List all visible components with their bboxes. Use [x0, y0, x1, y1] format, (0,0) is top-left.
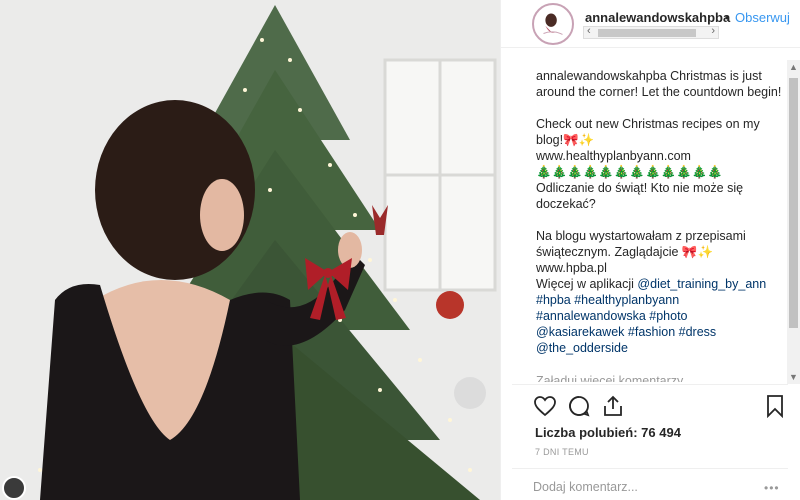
mention-link[interactable]: @kasiarekawek	[536, 325, 624, 339]
mention-link[interactable]: @diet_training_by_ann	[637, 277, 766, 291]
scroll-up-icon[interactable]: ▲	[789, 62, 798, 72]
vertical-scrollbar[interactable]: ▲ ▼	[787, 60, 800, 384]
likes-count[interactable]: Liczba polubień: 76 494	[535, 425, 681, 440]
hashtag-link[interactable]: #fashion #dress	[628, 325, 716, 339]
hashtag-link[interactable]: #annalewandowska #photo	[536, 308, 784, 324]
comment-icon[interactable]	[567, 394, 591, 418]
comment-input[interactable]	[533, 478, 733, 496]
post-header: annalewandowskahpba • Obserwuj ‹ ›	[501, 0, 800, 48]
scroll-right-icon[interactable]: ›	[711, 25, 715, 37]
post-photo[interactable]	[0, 0, 500, 500]
caption-username[interactable]: annalewandowskahpba	[536, 69, 667, 83]
scrollbar-thumb[interactable]	[789, 78, 798, 328]
scroll-down-icon[interactable]: ▼	[789, 372, 798, 382]
heart-icon[interactable]	[533, 394, 557, 418]
caption-line: Więcej w aplikacji	[536, 277, 638, 291]
tagged-user-icon[interactable]	[2, 476, 26, 500]
scrollbar-thumb[interactable]	[598, 29, 696, 37]
caption-line: www.healthyplanbyann.com	[536, 149, 691, 163]
caption-trees: 🎄🎄🎄🎄🎄🎄🎄🎄🎄🎄🎄🎄	[536, 165, 723, 179]
caption-line: Check out new Christmas recipes on my bl…	[536, 117, 760, 147]
profile-avatar[interactable]	[532, 3, 574, 45]
more-options-icon[interactable]: •••	[764, 481, 780, 495]
share-icon[interactable]	[601, 394, 625, 418]
hashtag-link[interactable]: #hpba #healthyplanbyann	[536, 292, 784, 308]
caption-area: annalewandowskahpba Christmas is just ar…	[501, 60, 800, 382]
mention-link[interactable]: @the_odderside	[536, 340, 784, 356]
horizontal-scrollbar[interactable]: ‹ ›	[583, 25, 719, 39]
caption-line: www.hpba.pl	[536, 261, 607, 275]
divider	[512, 384, 788, 385]
scroll-left-icon[interactable]: ‹	[587, 25, 591, 37]
caption-line: Na blogu wystartowałam z przepisami świą…	[536, 229, 746, 259]
photo-illustration	[0, 0, 500, 500]
separator-dot: •	[725, 10, 730, 25]
profile-logo-icon	[534, 5, 572, 43]
follow-button[interactable]: Obserwuj	[735, 10, 790, 25]
divider	[512, 468, 788, 469]
caption-line: Odliczanie do świąt! Kto nie może się do…	[536, 181, 744, 211]
post-caption: annalewandowskahpba Christmas is just ar…	[536, 68, 784, 356]
bookmark-icon[interactable]	[763, 394, 787, 419]
post-timestamp[interactable]: 7 DNI TEMU	[535, 447, 589, 457]
post-username[interactable]: annalewandowskahpba	[585, 10, 730, 25]
load-more-comments[interactable]: Załaduj więcej komentarzy	[536, 374, 683, 382]
